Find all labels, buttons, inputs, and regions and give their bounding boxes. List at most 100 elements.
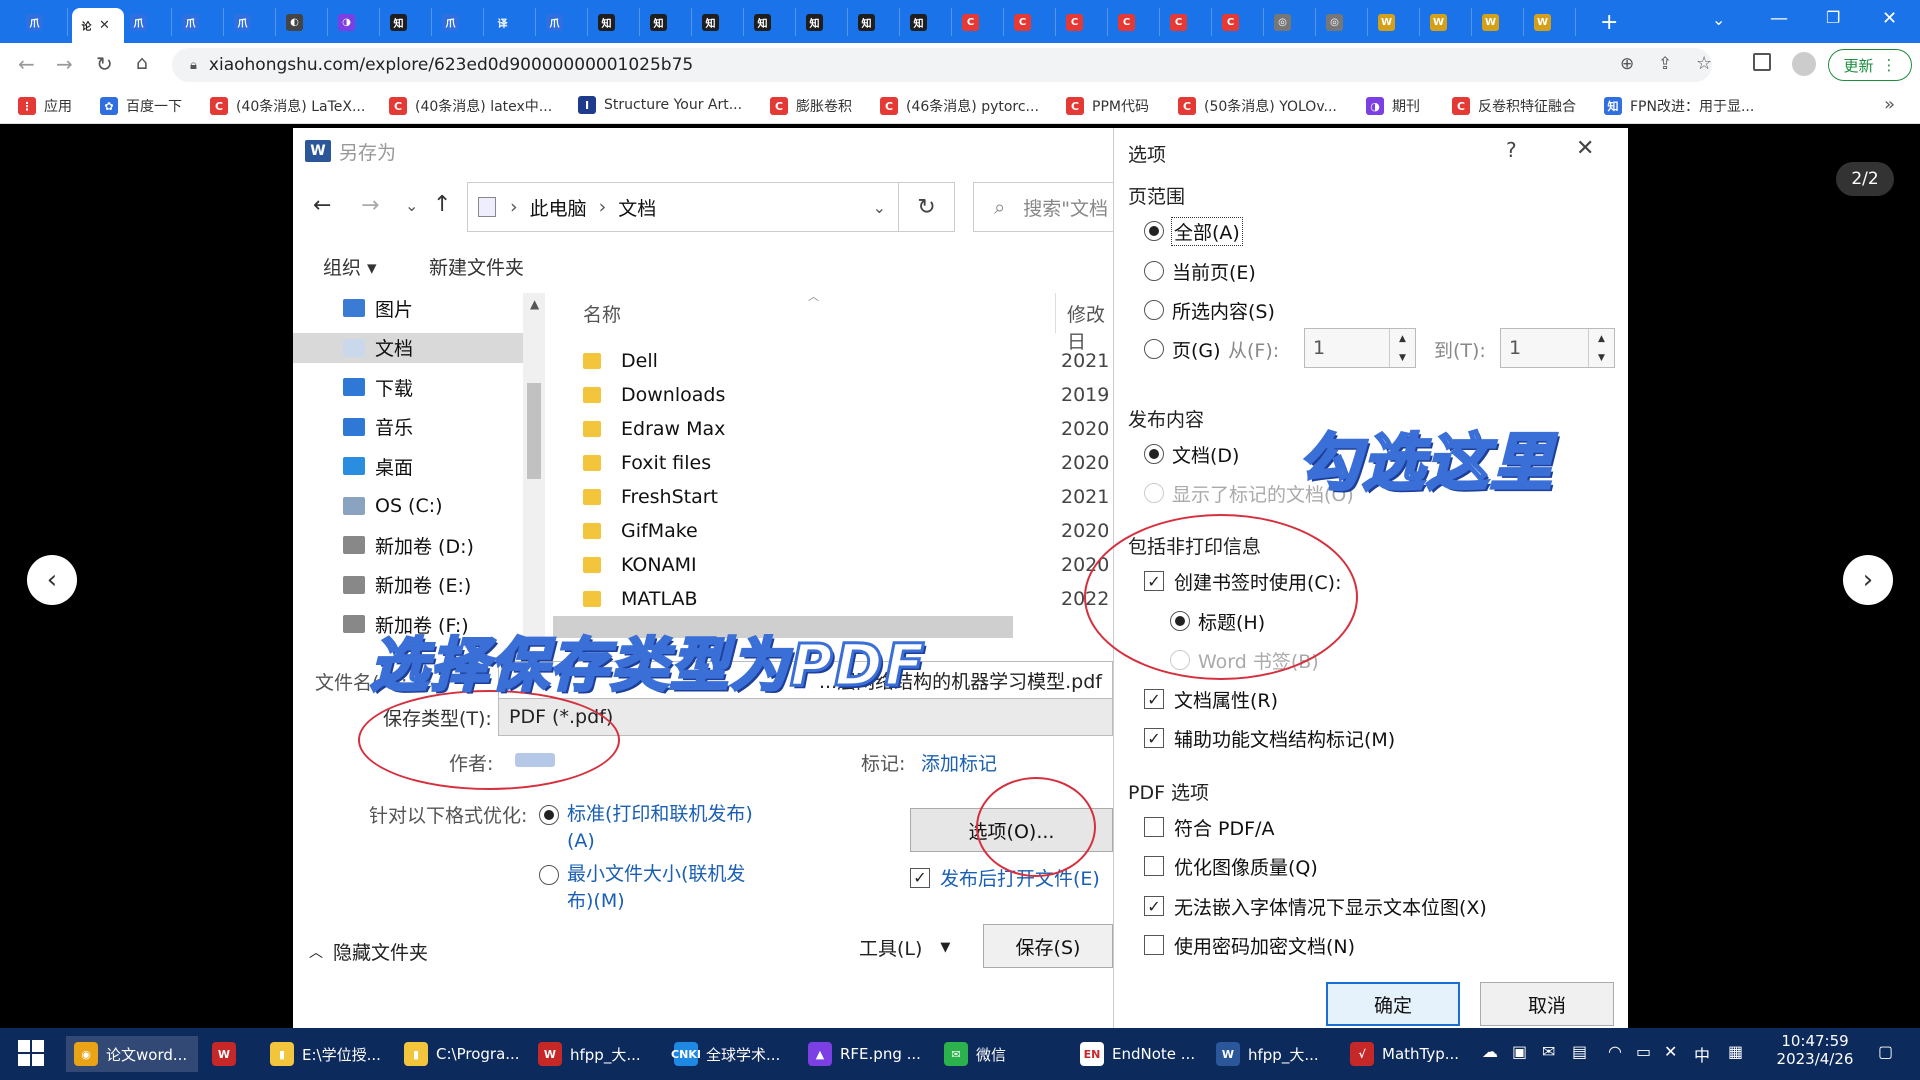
organize-button[interactable]: 组织 ▾ — [323, 253, 377, 280]
page-range-current-option[interactable]: 当前页(E) — [1144, 256, 1256, 286]
file-row[interactable]: Edraw Max 2020 — [583, 414, 1113, 444]
save-button[interactable]: 保存(S) — [983, 924, 1113, 968]
tree-scrollbar[interactable]: ▲ — [523, 293, 545, 638]
optimize-min-option[interactable]: 最小文件大小(联机发布)(M) — [539, 861, 767, 915]
browser-tab[interactable]: 论 ✕ — [72, 8, 124, 43]
cancel-button[interactable]: 取消 — [1480, 982, 1614, 1026]
bookmark-item[interactable]: ✿ 百度一下 — [100, 96, 182, 116]
page-range-pages-option[interactable]: 页(G) — [1144, 334, 1221, 364]
file-row[interactable]: GifMake 2020 — [583, 516, 1113, 546]
file-row[interactable]: MATLAB 2022 — [583, 584, 1113, 614]
structure-tags-checkbox[interactable]: ✓ — [1144, 728, 1164, 748]
browser-tab[interactable]: 知 — [748, 8, 796, 36]
browser-tab[interactable]: 爪 — [540, 8, 588, 36]
file-row[interactable]: Dell 2021 — [583, 346, 1113, 376]
taskbar-app[interactable]: ✉ 微信 — [936, 1036, 1006, 1072]
browser-tab[interactable]: C — [1216, 8, 1264, 36]
browser-tab[interactable]: 知 — [384, 8, 432, 36]
bookmark-item[interactable]: C 膨胀卷积 — [770, 96, 852, 116]
start-button[interactable] — [18, 1040, 44, 1066]
browser-tab[interactable]: W — [1476, 8, 1524, 36]
tab-search-icon[interactable]: ⌄ — [1712, 10, 1725, 29]
bitmap-text-option[interactable]: ✓ 无法嵌入字体情况下显示文本位图(X) — [1144, 891, 1487, 921]
tray-app-icon[interactable]: ▣ — [1512, 1042, 1527, 1061]
browser-tab[interactable]: 爪 — [124, 8, 172, 36]
browser-tab[interactable]: 知 — [696, 8, 744, 36]
browser-tab[interactable]: W — [1424, 8, 1472, 36]
address-path[interactable]: › 此电脑 › 文档 ⌄ — [467, 182, 899, 232]
clock[interactable]: 10:47:59 2023/4/26 — [1770, 1032, 1860, 1068]
home-icon[interactable]: ⌂ — [136, 52, 148, 74]
browser-tab[interactable]: 爪 — [436, 8, 484, 36]
forward-arrow-icon[interactable]: → — [361, 193, 379, 218]
optimize-standard-option[interactable]: 标准(打印和联机发布)(A) — [539, 801, 767, 855]
bookmark-item[interactable]: C PPM代码 — [1066, 96, 1149, 116]
bookmark-item[interactable]: C (40条消息) LaTeX... — [210, 96, 365, 116]
file-row[interactable]: Downloads 2019 — [583, 380, 1113, 410]
close-dialog-icon[interactable]: ✕ — [1576, 136, 1594, 161]
up-arrow-icon[interactable]: ↑ — [433, 192, 451, 217]
bookmarks-more-icon[interactable]: » — [1884, 94, 1895, 115]
nav-tree-item[interactable]: 文档 — [293, 332, 523, 363]
document-properties-option[interactable]: ✓ 文档属性(R) — [1144, 684, 1278, 714]
refresh-icon[interactable]: ↻ — [899, 182, 955, 232]
ok-button[interactable]: 确定 — [1326, 982, 1460, 1026]
zoom-icon[interactable]: ⊕ — [1620, 54, 1634, 74]
next-image-button[interactable]: › — [1843, 555, 1893, 605]
taskbar-app[interactable]: Whfpp_大... — [530, 1036, 641, 1072]
to-spin-arrows-icon[interactable]: ▲ ▼ — [1588, 329, 1614, 367]
share-icon[interactable]: ⇪ — [1658, 54, 1672, 74]
browser-tab[interactable]: C — [1060, 8, 1108, 36]
update-button[interactable]: 更新 ⋮ — [1828, 49, 1912, 81]
encrypt-option[interactable]: 使用密码加密文档(N) — [1144, 930, 1355, 960]
bookmark-item[interactable]: I Structure Your Art... — [578, 96, 742, 114]
page-range-all-option[interactable]: 全部(A) — [1144, 216, 1243, 246]
open-after-checkbox[interactable]: ✓ — [910, 867, 930, 888]
bookmark-item[interactable]: C (40条消息) latex中... — [389, 96, 552, 116]
page-range-selection-radio[interactable] — [1144, 300, 1164, 320]
nav-tree-item[interactable]: 图片 — [343, 293, 413, 323]
close-tab-icon[interactable]: ✕ — [99, 18, 110, 33]
taskbar-app[interactable]: CNKI 全球学术... — [666, 1036, 780, 1072]
minimize-icon[interactable]: — — [1770, 8, 1788, 29]
bookmark-item[interactable]: C (50条消息) YOLOv... — [1178, 96, 1337, 116]
help-icon[interactable]: ? — [1506, 138, 1517, 162]
file-row[interactable]: KONAMI 2020 — [583, 550, 1113, 580]
wifi-icon[interactable]: ◠ — [1608, 1042, 1622, 1061]
publish-document-radio[interactable] — [1144, 444, 1164, 464]
browser-tab[interactable]: C — [1112, 8, 1160, 36]
bookmark-item[interactable]: C 反卷积特征融合 — [1452, 96, 1576, 116]
browser-tab[interactable]: ◎ — [1268, 8, 1316, 36]
bookmark-item[interactable]: C (46条消息) pytorc... — [880, 96, 1039, 116]
bitmap-text-checkbox[interactable]: ✓ — [1144, 896, 1164, 916]
browser-tab[interactable]: 知 — [800, 8, 848, 36]
page-range-selection-option[interactable]: 所选内容(S) — [1144, 295, 1275, 325]
taskbar-app[interactable]: ▮ C:\Progra... — [396, 1036, 520, 1072]
bookmark-star-icon[interactable]: ☆ — [1696, 53, 1712, 74]
path-dropdown-icon[interactable]: ⌄ — [873, 198, 886, 217]
from-spin-arrows-icon[interactable]: ▲ ▼ — [1389, 329, 1415, 367]
nav-tree-item[interactable]: 下载 — [343, 372, 413, 402]
taskbar-app[interactable]: ▮ E:\学位授... — [262, 1036, 381, 1072]
back-icon[interactable]: ← — [18, 52, 35, 76]
nav-tree-item[interactable]: OS (C:) — [343, 491, 443, 521]
browser-tab[interactable]: 爪 — [228, 8, 276, 36]
bookmark-item[interactable]: ◑ 期刊 — [1366, 96, 1420, 116]
search-box[interactable]: ⌕ 搜索"文档 — [973, 182, 1113, 232]
image-quality-checkbox[interactable] — [1144, 856, 1164, 876]
nav-tree-item[interactable]: 音乐 — [343, 412, 413, 442]
network-tray-icon[interactable]: ▤ — [1572, 1042, 1587, 1061]
onedrive-icon[interactable]: ☁ — [1482, 1042, 1498, 1061]
wechat-tray-icon[interactable]: ✉ — [1542, 1042, 1555, 1061]
tools-menu[interactable]: 工具(L) ▼ — [859, 934, 950, 961]
close-window-icon[interactable]: ✕ — [1882, 8, 1897, 29]
nav-tree-item[interactable]: 新加卷 (E:) — [343, 570, 471, 600]
browser-tab[interactable]: ◎ — [1320, 8, 1368, 36]
to-spinner[interactable]: 1 ▲ ▼ — [1500, 328, 1615, 368]
taskbar-app[interactable]: √ MathTyp... — [1342, 1036, 1459, 1072]
document-properties-checkbox[interactable]: ✓ — [1144, 689, 1164, 709]
taskbar-app[interactable]: ▲ RFE.png ... — [800, 1036, 921, 1072]
taskbar-app[interactable]: Whfpp_大... — [1208, 1036, 1319, 1072]
hide-folders-button[interactable]: ︿ 隐藏文件夹 — [309, 938, 428, 965]
new-folder-button[interactable]: 新建文件夹 — [429, 253, 524, 280]
